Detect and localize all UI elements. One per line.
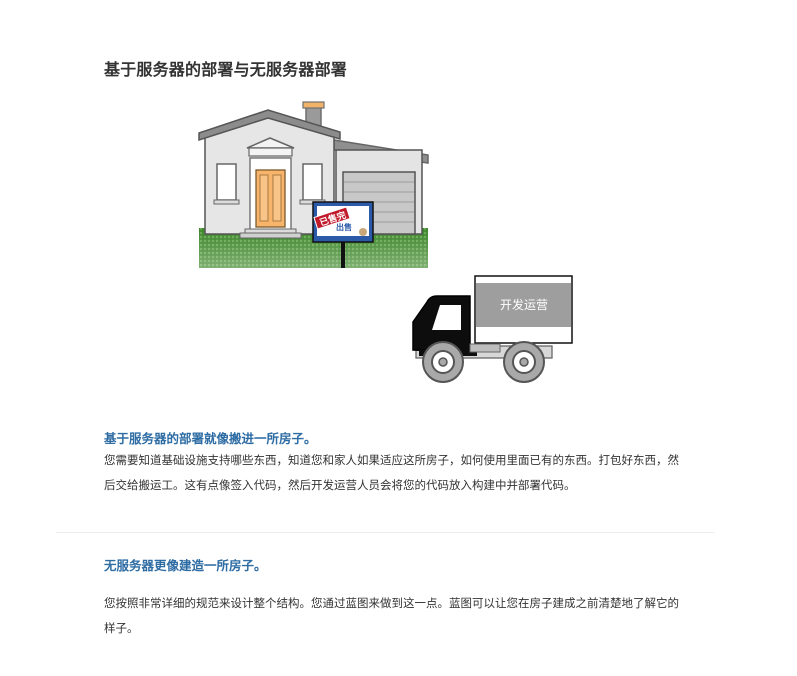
window-left bbox=[216, 163, 237, 201]
moving-truck-icon: 开发运营 bbox=[412, 275, 573, 383]
section-heading-serverless: 无服务器更像建造一所房子。 bbox=[104, 558, 267, 573]
section-body-server: 您需要知道基础设施支持哪些东西，知道您和家人如果适应这所房子，如何使用里面已有的… bbox=[104, 453, 679, 492]
section-divider bbox=[56, 532, 714, 533]
truck-wheel-front bbox=[422, 341, 464, 383]
moving-illustration: 出售 已售完 开发运营 bbox=[198, 101, 573, 383]
truck-cargo-label: 开发运营 bbox=[500, 297, 548, 312]
truck-wheel-rear bbox=[503, 341, 545, 383]
house-icon: 出售 已售完 bbox=[198, 101, 429, 268]
sign-board-text: 出售 bbox=[336, 222, 352, 232]
section-heading-server: 基于服务器的部署就像搬进一所房子。 bbox=[104, 431, 317, 446]
section-body-serverless: 您按照非常详细的规范来设计整个结构。您通过蓝图来做到这一点。蓝图可以让您在房子建… bbox=[104, 596, 679, 635]
window-right bbox=[302, 163, 323, 201]
